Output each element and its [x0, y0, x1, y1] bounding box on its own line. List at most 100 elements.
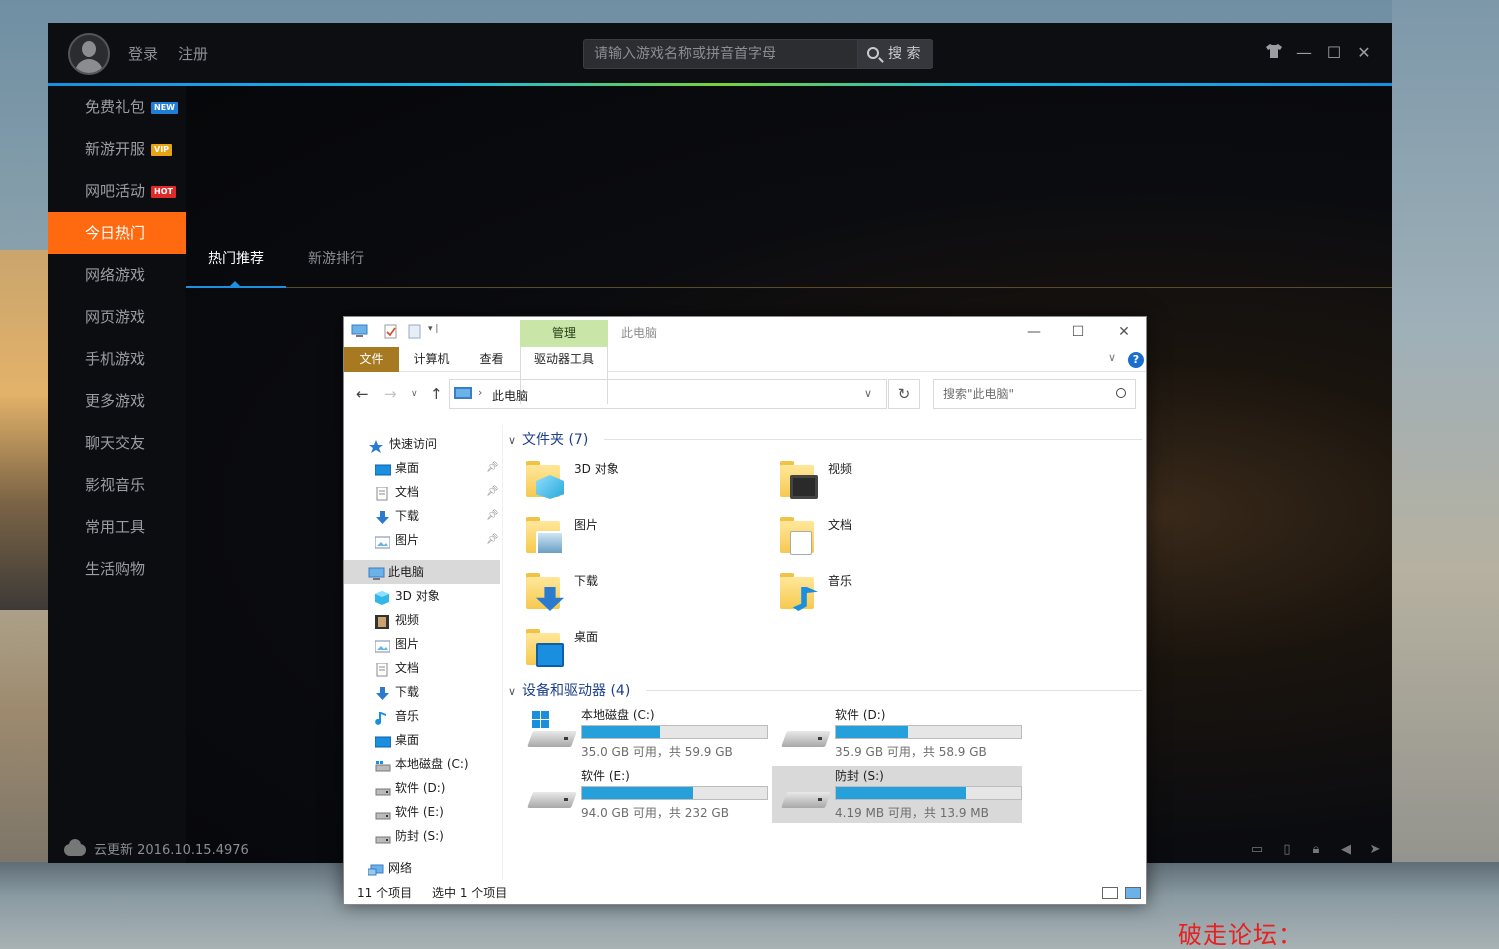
- new-folder-icon[interactable]: [408, 324, 424, 339]
- tree-quick-item[interactable]: 文档 📌︎: [344, 480, 500, 504]
- sidebar-item-label: 今日热门: [85, 224, 146, 242]
- game-search: 搜 索: [583, 39, 933, 69]
- recent-locations-icon[interactable]: ∨: [411, 389, 418, 399]
- explorer-search: [933, 379, 1136, 409]
- folder-item[interactable]: 3D 对象: [506, 457, 756, 507]
- manage-tab[interactable]: 管理: [520, 320, 608, 347]
- document-icon: [375, 661, 390, 677]
- folder-item[interactable]: 图片: [506, 513, 756, 563]
- sidebar-item-9[interactable]: 影视音乐: [48, 464, 186, 506]
- properties-icon[interactable]: [384, 324, 400, 339]
- collapse-chevron-icon: ∨: [508, 685, 517, 698]
- tree-pc-item[interactable]: 音乐: [344, 704, 500, 728]
- folder-item[interactable]: 下载: [506, 569, 756, 619]
- sidebar-item-8[interactable]: 聊天交友: [48, 422, 186, 464]
- pane-divider[interactable]: [502, 425, 503, 880]
- sidebar-item-label: 常用工具: [85, 518, 146, 536]
- minimize-icon[interactable]: —: [1294, 43, 1314, 63]
- details-view-icon[interactable]: [1102, 887, 1118, 899]
- tree-network[interactable]: 网络: [344, 856, 500, 880]
- tab-computer[interactable]: 计算机: [404, 347, 459, 372]
- tab-new-games-ranking[interactable]: 新游排行: [286, 243, 386, 288]
- pin-icon[interactable]: 📌︎: [486, 456, 499, 480]
- tree-pc-item[interactable]: 软件 (D:): [344, 776, 500, 800]
- video-icon: [375, 613, 390, 629]
- refresh-button[interactable]: ↻: [888, 379, 920, 409]
- tab-file[interactable]: 文件: [344, 347, 399, 372]
- drive-item[interactable]: 软件 (E:) 94.0 GB 可用，共 232 GB: [518, 766, 768, 823]
- tree-quick-item[interactable]: 图片 📌︎: [344, 528, 500, 552]
- tree-item-label: 音乐: [395, 709, 420, 723]
- desktop-icon: [374, 733, 392, 748]
- forward-arrow-icon[interactable]: →: [384, 385, 397, 403]
- sidebar-item-1[interactable]: 新游开服 VIP: [48, 128, 186, 170]
- tree-pc-item[interactable]: 软件 (E:): [344, 800, 500, 824]
- up-arrow-icon[interactable]: ↑: [430, 385, 443, 403]
- tree-pc-item[interactable]: 3D 对象: [344, 584, 500, 608]
- folders-group-header[interactable]: ∨ 文件夹 (7): [508, 429, 588, 449]
- sidebar-item-6[interactable]: 手机游戏: [48, 338, 186, 380]
- tree-pc-item[interactable]: 下载: [344, 680, 500, 704]
- expand-ribbon-icon[interactable]: ∨: [1108, 351, 1116, 364]
- folder-item[interactable]: 文档: [760, 513, 1010, 563]
- sidebar-item-4[interactable]: 网络游戏: [48, 254, 186, 296]
- tree-item-label: 图片: [395, 637, 420, 651]
- skin-icon[interactable]: [1264, 43, 1284, 63]
- login-link[interactable]: 登录: [128, 43, 158, 64]
- sidebar-item-7[interactable]: 更多游戏: [48, 380, 186, 422]
- hotkey-icon[interactable]: ▭: [1248, 841, 1266, 859]
- folder-item[interactable]: 桌面: [506, 625, 756, 675]
- lock-icon[interactable]: 🔒︎: [1307, 841, 1325, 859]
- explorer-search-input[interactable]: [934, 380, 1104, 408]
- tree-quick-item[interactable]: 桌面 📌︎: [344, 456, 500, 480]
- sidebar-item-3[interactable]: 今日热门: [48, 212, 186, 254]
- folder-item[interactable]: 音乐: [760, 569, 1010, 619]
- tree-quick-access[interactable]: 快速访问: [344, 432, 500, 456]
- tree-quick-item[interactable]: 下载 📌︎: [344, 504, 500, 528]
- folder-label: 音乐: [828, 574, 853, 588]
- drive-item[interactable]: 本地磁盘 (C:) 35.0 GB 可用，共 59.9 GB: [518, 705, 768, 762]
- breadcrumb[interactable]: 此电脑: [492, 387, 528, 404]
- explorer-maximize-icon[interactable]: ☐: [1056, 321, 1100, 343]
- pin-icon[interactable]: 📌︎: [486, 504, 499, 528]
- large-icons-view-icon[interactable]: [1125, 887, 1141, 899]
- help-icon[interactable]: ?: [1128, 352, 1144, 368]
- avatar[interactable]: [68, 33, 110, 75]
- cursor-icon[interactable]: ➤: [1366, 841, 1384, 859]
- tree-pc-item[interactable]: 防封 (S:): [344, 824, 500, 848]
- sidebar-item-2[interactable]: 网吧活动 HOT: [48, 170, 186, 212]
- sidebar-item-5[interactable]: 网页游戏: [48, 296, 186, 338]
- drive-item[interactable]: 软件 (D:) 35.9 GB 可用，共 58.9 GB: [772, 705, 1022, 762]
- register-link[interactable]: 注册: [178, 43, 208, 64]
- sidebar-item-10[interactable]: 常用工具: [48, 506, 186, 548]
- quick-access-dropdown-icon[interactable]: ▾ |: [428, 324, 444, 338]
- drives-group-header[interactable]: ∨ 设备和驱动器 (4): [508, 680, 630, 700]
- drive-item[interactable]: 防封 (S:) 4.19 MB 可用，共 13.9 MB: [772, 766, 1022, 823]
- sidebar-item-label: 手机游戏: [85, 350, 146, 368]
- tree-pc-item[interactable]: 桌面: [344, 728, 500, 752]
- sidebar-item-11[interactable]: 生活购物: [48, 548, 186, 590]
- explorer-close-icon[interactable]: ✕: [1102, 321, 1146, 343]
- game-search-button[interactable]: 搜 索: [857, 40, 933, 68]
- sidebar-item-0[interactable]: 免费礼包 NEW: [48, 86, 186, 128]
- explorer-minimize-icon[interactable]: —: [1012, 321, 1056, 343]
- tree-pc-item[interactable]: 图片: [344, 632, 500, 656]
- maximize-icon[interactable]: ☐: [1324, 43, 1344, 63]
- volume-icon[interactable]: ◀: [1337, 841, 1355, 859]
- tree-pc-item[interactable]: 视频: [344, 608, 500, 632]
- nav-badge-new: NEW: [151, 102, 178, 114]
- tree-pc-item[interactable]: 本地磁盘 (C:): [344, 752, 500, 776]
- back-arrow-icon[interactable]: ←: [356, 385, 369, 403]
- close-icon[interactable]: ✕: [1354, 43, 1374, 63]
- tree-this-pc[interactable]: 此电脑: [344, 560, 500, 584]
- address-bar[interactable]: › 此电脑 ∨: [449, 379, 887, 409]
- pin-icon[interactable]: 📌︎: [486, 528, 499, 552]
- pin-icon[interactable]: 📌︎: [486, 480, 499, 504]
- tab-hot-recommend[interactable]: 热门推荐: [186, 243, 286, 288]
- game-search-input[interactable]: [584, 40, 857, 68]
- address-dropdown-icon[interactable]: ∨: [864, 387, 872, 400]
- tab-view[interactable]: 查看: [464, 347, 519, 372]
- folder-item[interactable]: 视频: [760, 457, 1010, 507]
- tree-pc-item[interactable]: 文档: [344, 656, 500, 680]
- usb-icon[interactable]: ▯: [1278, 841, 1296, 859]
